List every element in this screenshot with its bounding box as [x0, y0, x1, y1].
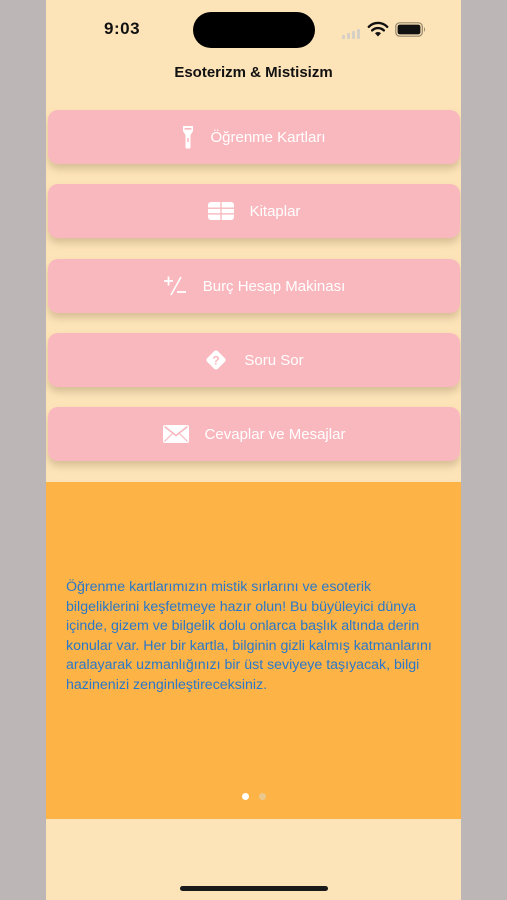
- home-indicator[interactable]: [180, 886, 328, 891]
- wifi-icon: [367, 21, 389, 37]
- battery-icon: [395, 22, 425, 37]
- page-dot-2[interactable]: [258, 793, 266, 800]
- learning-cards-label: Öğrenme Kartları: [210, 128, 326, 146]
- zodiac-calculator-button[interactable]: Burç Hesap Makinası: [48, 259, 460, 313]
- plus-minus-icon: [163, 275, 187, 297]
- answers-messages-label: Cevaplar ve Mesajlar: [204, 425, 346, 443]
- learning-cards-button[interactable]: Öğrenme Kartları: [48, 110, 460, 164]
- page-title: Esoterizm & Mistisizm: [174, 64, 333, 81]
- cellular-signal-icon: [342, 29, 362, 39]
- app-screen: 9:03 Esoterizm & Mistisizm Öğrenme Kartl…: [46, 0, 461, 900]
- dynamic-island: [193, 12, 315, 48]
- books-grid-icon: [207, 202, 234, 220]
- info-text: Öğrenme kartlarımızın mistik sırlarını v…: [66, 579, 432, 693]
- zodiac-calculator-label: Burç Hesap Makinası: [202, 277, 346, 295]
- books-button[interactable]: Kitaplar: [48, 184, 460, 238]
- envelope-icon: [162, 425, 189, 443]
- status-time: 9:03: [104, 19, 141, 38]
- svg-text:?: ?: [213, 354, 220, 368]
- ask-question-button[interactable]: ? Soru Sor: [48, 333, 460, 387]
- page-dot-1[interactable]: [241, 793, 249, 800]
- answers-messages-button[interactable]: Cevaplar ve Mesajlar: [48, 407, 460, 461]
- books-label: Kitaplar: [249, 202, 301, 220]
- ask-question-label: Soru Sor: [244, 351, 304, 369]
- info-carousel[interactable]: Öğrenme kartlarımızın mistik sırlarını v…: [46, 482, 461, 819]
- status-bar: 9:03: [46, 0, 461, 60]
- question-diamond-icon: ?: [204, 348, 228, 372]
- flashlight-icon: [182, 125, 194, 149]
- page-indicator[interactable]: [46, 793, 461, 800]
